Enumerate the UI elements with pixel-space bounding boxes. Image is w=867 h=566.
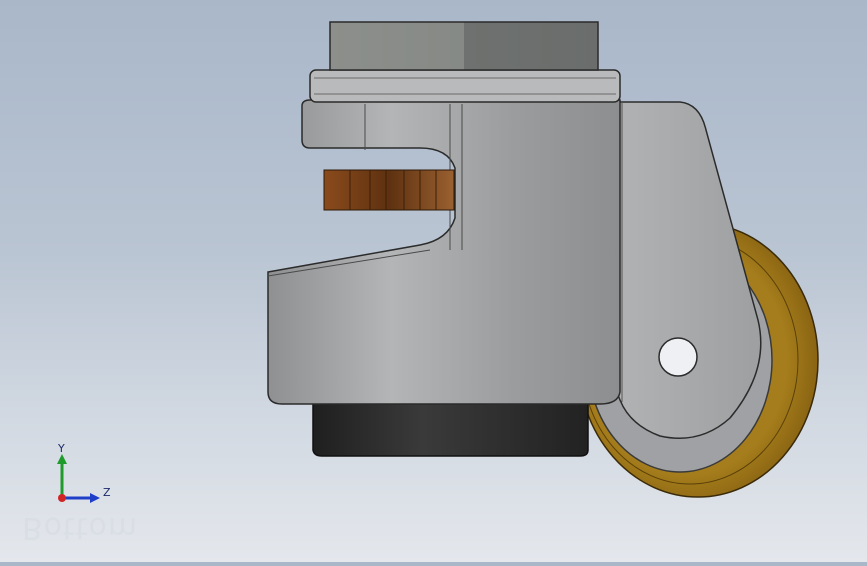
caster-body[interactable] — [267, 99, 621, 405]
view-orientation-watermark: Bottom — [22, 510, 139, 545]
triad-origin — [58, 494, 66, 502]
foot-pad[interactable] — [312, 402, 589, 457]
z-axis-label: Z — [103, 486, 111, 499]
axle-hole — [658, 337, 698, 377]
brake-ring[interactable] — [323, 169, 455, 211]
swivel-collar[interactable] — [309, 69, 621, 103]
coordinate-triad-icon: Y Z — [57, 442, 111, 503]
top-mounting-plate[interactable] — [329, 21, 599, 71]
y-axis-arrow — [57, 454, 67, 464]
cad-viewport[interactable]: Bottom Y Z — [0, 0, 867, 562]
z-axis-arrow — [90, 493, 100, 503]
y-axis-label: Y — [57, 442, 65, 455]
fork-arm[interactable] — [611, 101, 762, 439]
model-view[interactable] — [0, 0, 867, 562]
